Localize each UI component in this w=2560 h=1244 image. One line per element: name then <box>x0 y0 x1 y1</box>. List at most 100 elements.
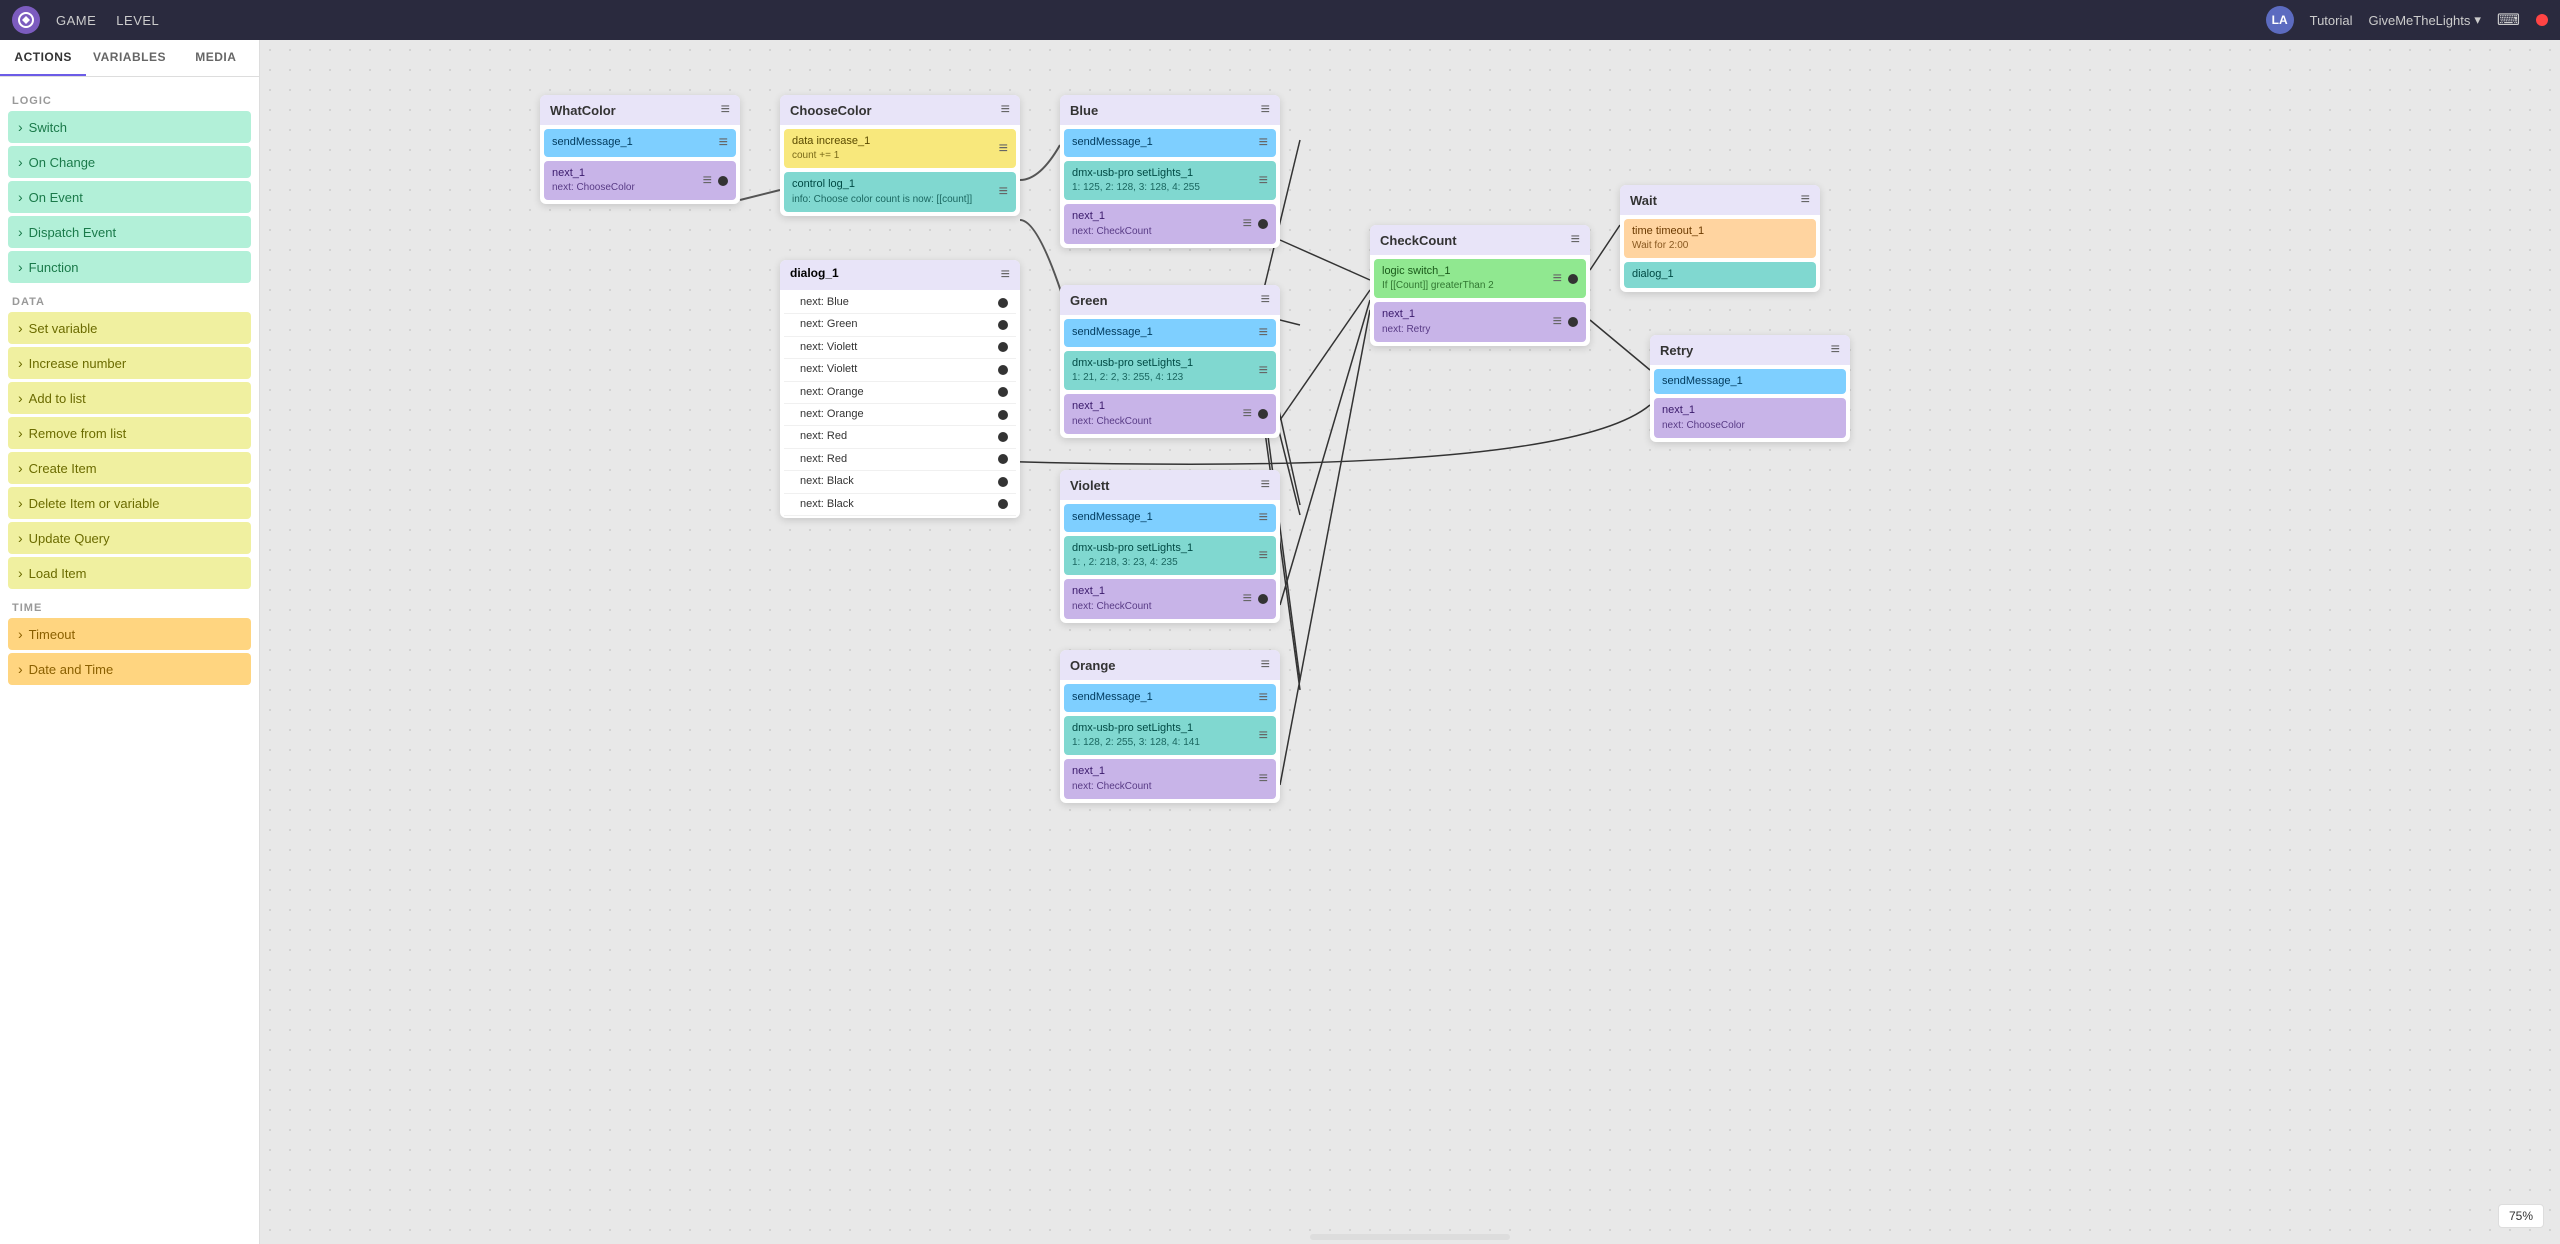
tab-actions[interactable]: ACTIONS <box>0 40 86 76</box>
sidebar-item-add-to-list[interactable]: Add to list <box>8 382 251 414</box>
sidebar-item-date-time[interactable]: Date and Time <box>8 653 251 685</box>
node-orange-send[interactable]: sendMessage_1 ≡ <box>1064 684 1276 712</box>
nav-game[interactable]: GAME <box>56 13 96 28</box>
node-block-control-log[interactable]: control log_1 info: Choose color count i… <box>784 172 1016 211</box>
node-wait-dialog[interactable]: dialog_1 <box>1624 262 1816 287</box>
sidebar-item-on-change[interactable]: On Change <box>8 146 251 178</box>
node-choosecolor-title: ChooseColor <box>790 103 872 118</box>
project-name[interactable]: Tutorial <box>2310 13 2353 28</box>
node-blue[interactable]: Blue ≡ sendMessage_1 ≡ dmx-usb-pro setLi… <box>1060 95 1280 248</box>
node-checkcount-logic[interactable]: logic switch_1 If [[Count]] greaterThan … <box>1374 259 1586 298</box>
canvas-scrollbar[interactable] <box>1310 1234 1510 1240</box>
sidebar-item-on-event[interactable]: On Event <box>8 181 251 213</box>
dialog-row-black2[interactable]: next: Black <box>784 494 1016 516</box>
node-retry[interactable]: Retry ≡ sendMessage_1 next_1 next: Choos… <box>1650 335 1850 442</box>
node-block-next[interactable]: next_1 next: ChooseColor ≡ <box>544 161 736 200</box>
node-whatcolor-body: sendMessage_1 ≡ next_1 next: ChooseColor… <box>540 129 740 200</box>
port-checkcount-logic <box>1568 274 1578 284</box>
topbar-nav: GAME LEVEL <box>56 13 159 28</box>
port-red2 <box>998 454 1008 464</box>
sidebar-item-load-item[interactable]: Load Item <box>8 557 251 589</box>
node-violett-dmx[interactable]: dmx-usb-pro setLights_1 1: , 2: 218, 3: … <box>1064 536 1276 575</box>
dialog-row-green[interactable]: next: Green <box>784 314 1016 336</box>
node-violett-body: sendMessage_1 ≡ dmx-usb-pro setLights_1 … <box>1060 504 1280 619</box>
node-blue-dmx[interactable]: dmx-usb-pro setLights_1 1: 125, 2: 128, … <box>1064 161 1276 200</box>
node-choosecolor-menu[interactable]: ≡ <box>1001 101 1010 119</box>
user-avatar[interactable]: LA <box>2266 6 2294 34</box>
node-wait-body: time timeout_1 Wait for 2:00 dialog_1 <box>1620 219 1820 288</box>
dialog-row-blue[interactable]: next: Blue <box>784 292 1016 314</box>
sidebar-item-remove-from-list[interactable]: Remove from list <box>8 417 251 449</box>
dialog-row-red1[interactable]: next: Red <box>784 426 1016 448</box>
node-block-data-increase[interactable]: data increase_1 count += 1 ≡ <box>784 129 1016 168</box>
node-checkcount-next[interactable]: next_1 next: Retry ≡ <box>1374 302 1586 341</box>
sidebar-item-create-item[interactable]: Create Item <box>8 452 251 484</box>
sidebar-item-increase-number[interactable]: Increase number <box>8 347 251 379</box>
nav-level[interactable]: LEVEL <box>116 13 159 28</box>
node-orange-dmx[interactable]: dmx-usb-pro setLights_1 1: 128, 2: 255, … <box>1064 716 1276 755</box>
topbar: GAME LEVEL LA Tutorial GiveMeTheLights ▾… <box>0 0 2560 40</box>
node-block-send-message[interactable]: sendMessage_1 ≡ <box>544 129 736 157</box>
node-orange-body: sendMessage_1 ≡ dmx-usb-pro setLights_1 … <box>1060 684 1280 799</box>
node-whatcolor[interactable]: WhatColor ≡ sendMessage_1 ≡ next_1 next:… <box>540 95 740 204</box>
node-violett-menu[interactable]: ≡ <box>1261 476 1270 494</box>
sidebar-item-set-variable[interactable]: Set variable <box>8 312 251 344</box>
section-logic-label: LOGIC <box>8 85 251 111</box>
node-wait-timeout[interactable]: time timeout_1 Wait for 2:00 <box>1624 219 1816 258</box>
node-blue-menu[interactable]: ≡ <box>1261 101 1270 119</box>
node-blue-send[interactable]: sendMessage_1 ≡ <box>1064 129 1276 157</box>
node-retry-title: Retry <box>1660 343 1693 358</box>
dialog-row-orange2[interactable]: next: Orange <box>784 404 1016 426</box>
dialog-menu[interactable]: ≡ <box>1001 266 1010 284</box>
sidebar-item-update-query[interactable]: Update Query <box>8 522 251 554</box>
sidebar-item-switch[interactable]: Switch <box>8 111 251 143</box>
tab-variables[interactable]: VARIABLES <box>86 40 172 76</box>
node-green-menu[interactable]: ≡ <box>1261 291 1270 309</box>
port-orange2 <box>998 410 1008 420</box>
connections-svg <box>260 40 2560 1244</box>
dialog-row-orange1[interactable]: next: Orange <box>784 382 1016 404</box>
dialog-row-black1[interactable]: next: Black <box>784 471 1016 493</box>
node-retry-menu[interactable]: ≡ <box>1831 341 1840 359</box>
node-orange-next[interactable]: next_1 next: CheckCount ≡ <box>1064 759 1276 798</box>
node-green-next[interactable]: next_1 next: CheckCount ≡ <box>1064 394 1276 433</box>
canvas[interactable]: WhatColor ≡ sendMessage_1 ≡ next_1 next:… <box>260 40 2560 1244</box>
node-whatcolor-title: WhatColor <box>550 103 616 118</box>
dialog-row-red2[interactable]: next: Red <box>784 449 1016 471</box>
node-green-send[interactable]: sendMessage_1 ≡ <box>1064 319 1276 347</box>
sidebar-item-timeout[interactable]: Timeout <box>8 618 251 650</box>
port-blue-next <box>1258 219 1268 229</box>
node-violett[interactable]: Violett ≡ sendMessage_1 ≡ dmx-usb-pro se… <box>1060 470 1280 623</box>
dialog-row-violett1[interactable]: next: Violett <box>784 337 1016 359</box>
sidebar-item-delete-item[interactable]: Delete Item or variable <box>8 487 251 519</box>
node-blue-next[interactable]: next_1 next: CheckCount ≡ <box>1064 204 1276 243</box>
chevron-down-icon: ▾ <box>2474 12 2481 28</box>
node-dialog[interactable]: dialog_1 ≡ next: Blue next: Green next: … <box>780 260 1020 518</box>
node-orange[interactable]: Orange ≡ sendMessage_1 ≡ dmx-usb-pro set… <box>1060 650 1280 803</box>
status-indicator <box>2536 14 2548 26</box>
node-violett-send[interactable]: sendMessage_1 ≡ <box>1064 504 1276 532</box>
tab-media[interactable]: MEDIA <box>173 40 259 76</box>
node-choosecolor[interactable]: ChooseColor ≡ data increase_1 count += 1… <box>780 95 1020 216</box>
project-dropdown[interactable]: GiveMeTheLights ▾ <box>2368 12 2480 28</box>
sidebar-item-function[interactable]: Function <box>8 251 251 283</box>
node-checkcount-header: CheckCount ≡ <box>1370 225 1590 255</box>
sidebar-item-dispatch-event[interactable]: Dispatch Event <box>8 216 251 248</box>
node-wait[interactable]: Wait ≡ time timeout_1 Wait for 2:00 dial… <box>1620 185 1820 292</box>
node-retry-next[interactable]: next_1 next: ChooseColor <box>1654 398 1846 437</box>
node-violett-next[interactable]: next_1 next: CheckCount ≡ <box>1064 579 1276 618</box>
zoom-indicator[interactable]: 75% <box>2498 1204 2544 1228</box>
node-checkcount-menu[interactable]: ≡ <box>1571 231 1580 249</box>
port-checkcount-next <box>1568 317 1578 327</box>
node-green-dmx[interactable]: dmx-usb-pro setLights_1 1: 21, 2: 2, 3: … <box>1064 351 1276 390</box>
node-whatcolor-menu[interactable]: ≡ <box>721 101 730 119</box>
dialog-row-violett2[interactable]: next: Violett <box>784 359 1016 381</box>
node-wait-menu[interactable]: ≡ <box>1801 191 1810 209</box>
app-logo[interactable] <box>12 6 40 34</box>
node-orange-menu[interactable]: ≡ <box>1261 656 1270 674</box>
node-retry-send[interactable]: sendMessage_1 <box>1654 369 1846 394</box>
node-checkcount[interactable]: CheckCount ≡ logic switch_1 If [[Count]]… <box>1370 225 1590 346</box>
project-dropdown-label: GiveMeTheLights <box>2368 13 2470 28</box>
node-green[interactable]: Green ≡ sendMessage_1 ≡ dmx-usb-pro setL… <box>1060 285 1280 438</box>
terminal-icon[interactable]: ⌨ <box>2497 10 2520 30</box>
